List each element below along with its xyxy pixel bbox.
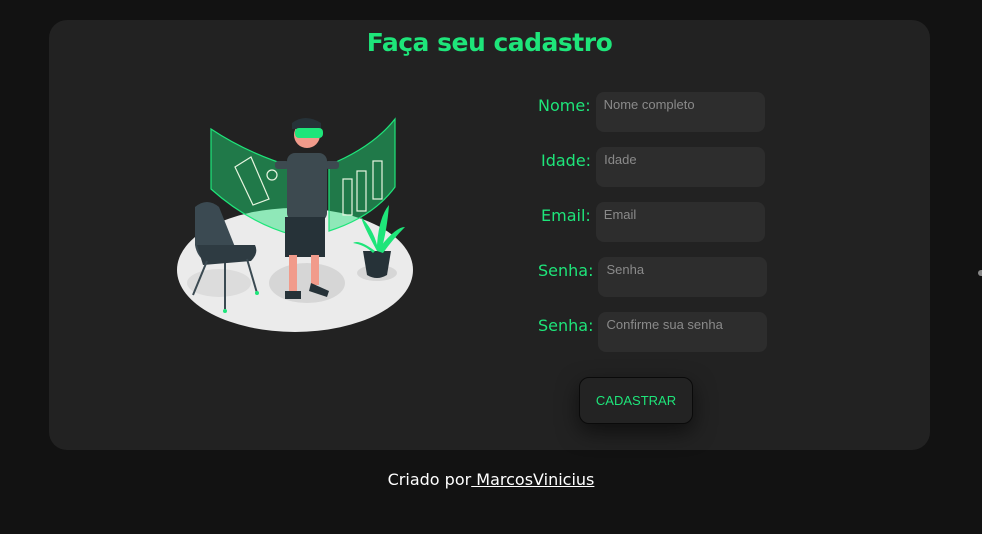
name-input[interactable] <box>595 92 765 132</box>
name-row: Nome: <box>538 92 765 132</box>
password-input[interactable] <box>598 257 768 297</box>
vr-person-illustration <box>177 117 413 332</box>
register-button[interactable]: CADASTRAR <box>579 377 693 424</box>
confirm-password-label: Senha: <box>538 316 594 335</box>
page-title: Faça seu cadastro <box>366 28 613 57</box>
password-row: Senha: <box>538 257 768 297</box>
confirm-password-row: Senha: <box>538 312 768 352</box>
footer: Criado por MarcosVinicius <box>0 470 982 489</box>
age-input[interactable] <box>596 147 766 187</box>
age-label: Idade: <box>541 151 592 170</box>
name-label: Nome: <box>538 96 591 115</box>
scrollbar-edge-icon <box>978 270 982 276</box>
password-label: Senha: <box>538 261 594 280</box>
age-row: Idade: <box>541 147 766 187</box>
email-row: Email: <box>541 202 765 242</box>
author-link[interactable]: MarcosVinicius <box>471 470 594 489</box>
email-label: Email: <box>541 206 591 225</box>
email-input[interactable] <box>595 202 765 242</box>
confirm-password-input[interactable] <box>598 312 768 352</box>
footer-prefix: Criado por <box>387 470 472 489</box>
register-card: Faça seu cadastro Nome: Nome completo Id… <box>49 20 930 450</box>
